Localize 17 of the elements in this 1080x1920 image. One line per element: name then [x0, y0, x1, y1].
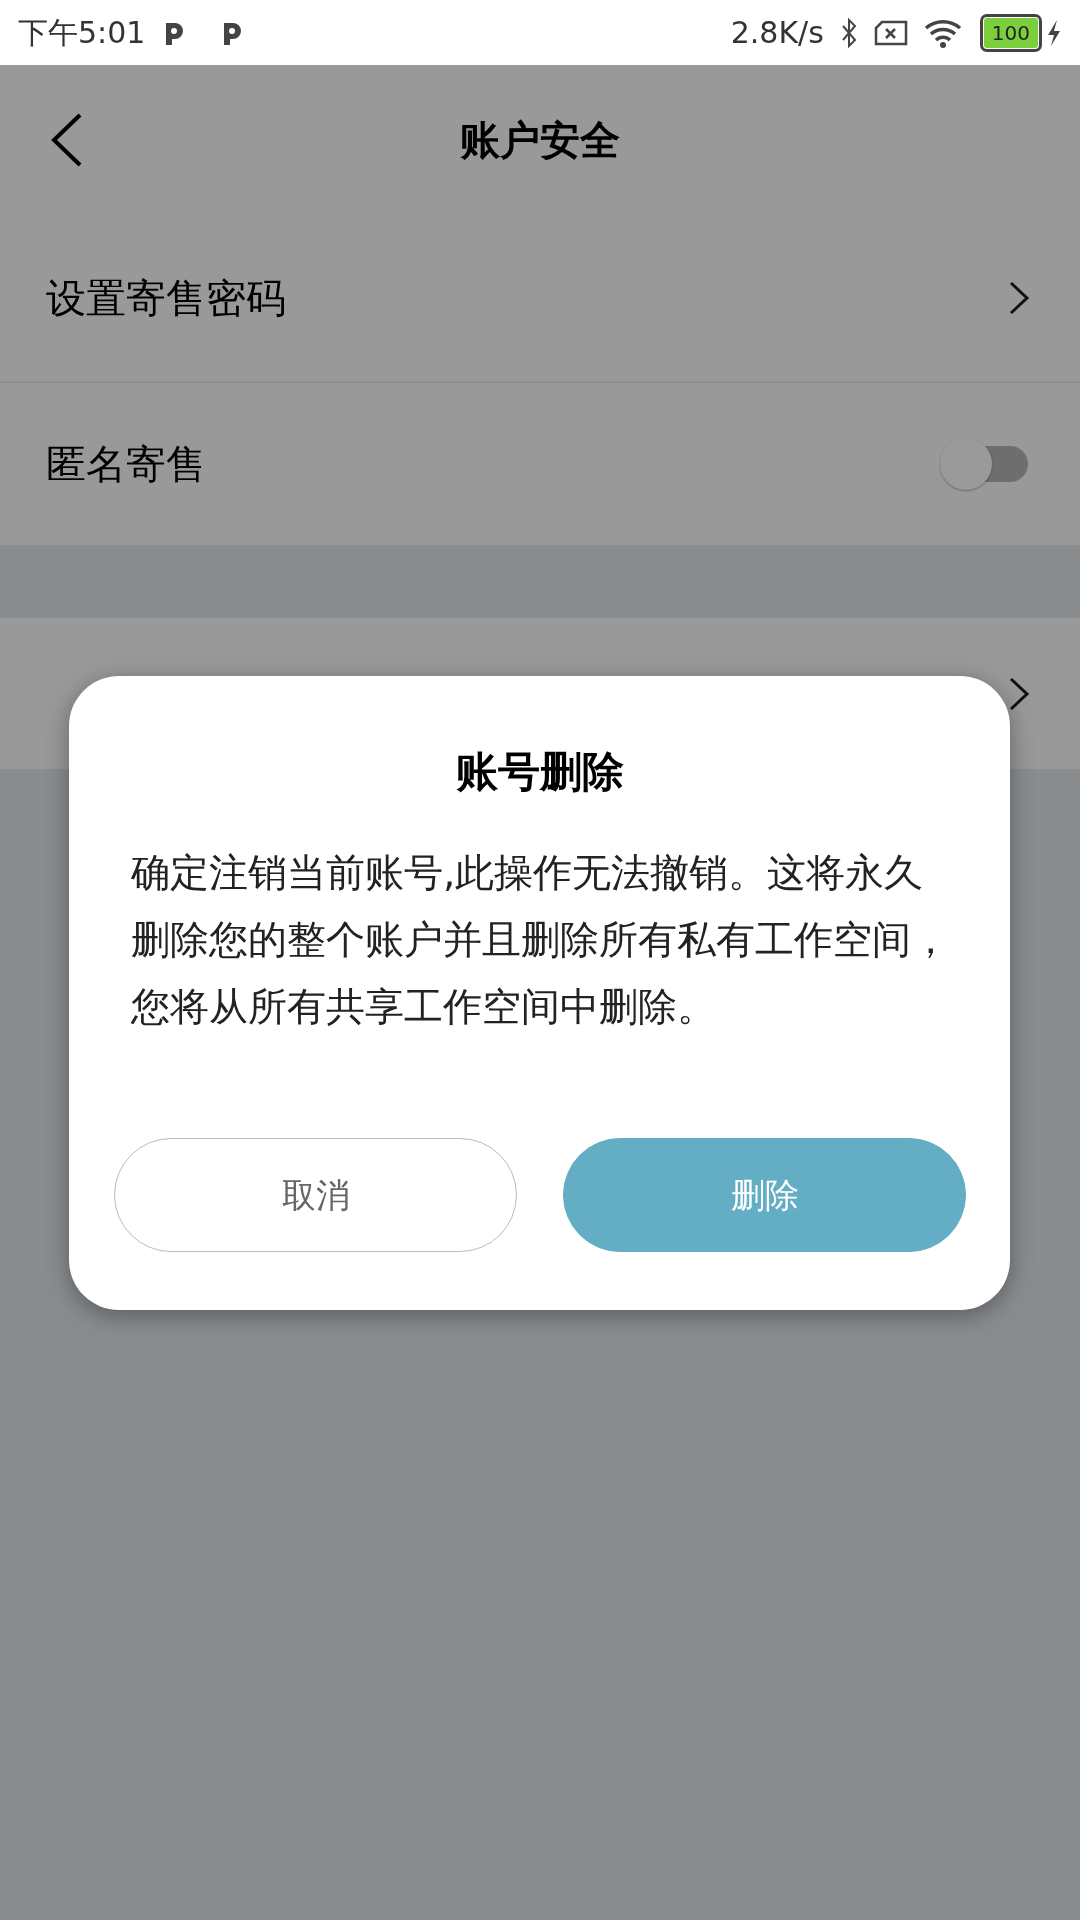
bluetooth-icon: [839, 17, 858, 48]
dialog-title: 账号删除: [455, 746, 624, 798]
battery-level-text: 100: [983, 17, 1038, 48]
setting-label: 匿名寄售: [46, 440, 206, 489]
back-icon[interactable]: [50, 112, 84, 168]
cancel-button[interactable]: 取消: [114, 1138, 517, 1252]
network-speed-text: 2.8K/s: [730, 14, 824, 52]
dialog-message: 确定注销当前账号,此操作无法撤销。这将永久删除您的整个账户并且删除所有私有工作空间，您将从所有共享工作空间中删除。: [130, 849, 951, 1031]
charging-bolt-icon: [1046, 18, 1062, 47]
wifi-icon: [923, 17, 964, 48]
setting-label: 设置寄售密码: [46, 274, 286, 323]
sim-card-icon: [873, 19, 908, 46]
page-title: 账户安全: [460, 116, 620, 165]
toggle-switch[interactable]: [938, 436, 1030, 492]
chevron-right-icon[interactable]: [1008, 280, 1030, 316]
clock-text: 下午5:01: [18, 14, 146, 52]
chevron-right-icon[interactable]: [1008, 675, 1030, 712]
